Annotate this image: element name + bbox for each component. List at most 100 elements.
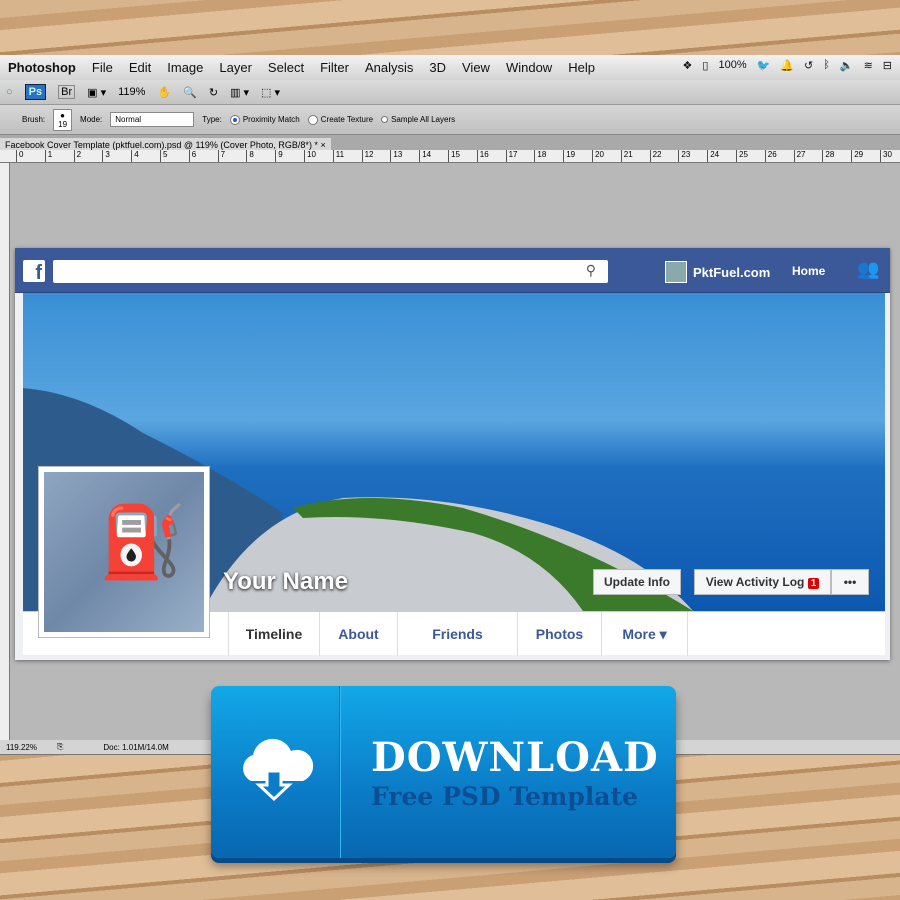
- download-button[interactable]: DOWNLOAD Free PSD Template: [211, 686, 676, 858]
- menu-edit[interactable]: Edit: [129, 60, 151, 75]
- ruler-tick: 14: [419, 150, 431, 162]
- tab-about[interactable]: About: [320, 612, 398, 656]
- search-input[interactable]: ⚲: [53, 260, 608, 283]
- ruler-tick: 27: [793, 150, 806, 162]
- notification-badge: 1: [807, 578, 820, 589]
- ruler-tick: 6: [188, 150, 196, 162]
- tab-friends[interactable]: Friends: [398, 612, 518, 656]
- download-title: DOWNLOAD: [371, 734, 659, 781]
- cloud-download-icon: [243, 738, 314, 802]
- menu-file[interactable]: File: [92, 60, 113, 75]
- twitter-icon[interactable]: 🐦: [757, 59, 771, 72]
- button-divider: [339, 686, 341, 858]
- menu-window[interactable]: Window: [506, 60, 552, 75]
- brush-size: 19: [58, 119, 68, 129]
- ruler-tick: 30: [880, 150, 892, 162]
- ruler-tick: 29: [851, 150, 863, 162]
- zoom-tool-icon[interactable]: 🔍: [183, 86, 197, 99]
- proximity-radio[interactable]: Proximity Match: [229, 114, 300, 125]
- ruler-tick: 4: [131, 150, 139, 162]
- battery-icon[interactable]: ▯: [702, 59, 708, 72]
- zoom-select[interactable]: 119%: [118, 86, 145, 98]
- horizontal-ruler: 0 1 2 3 4 5 6 7 8 9 10 11 12 13 14 15 16 17 18 19 20 21 22 23 24…: [0, 150, 900, 163]
- activity-log-button[interactable]: View Activity Log 1: [694, 569, 831, 595]
- circle-icon[interactable]: ○: [6, 86, 13, 98]
- menu-image[interactable]: Image: [167, 60, 203, 75]
- brush-label: Brush:: [22, 115, 46, 124]
- ruler-tick: 24: [707, 150, 719, 162]
- mode-select[interactable]: Normal: [110, 112, 195, 127]
- arrange-icon[interactable]: ▥ ▾: [230, 86, 249, 99]
- ruler-tick: 9: [275, 150, 283, 162]
- menu-filter[interactable]: Filter: [320, 60, 349, 75]
- ruler-tick: 2: [73, 150, 81, 162]
- search-icon[interactable]: ⚲: [586, 262, 596, 279]
- menu-view[interactable]: View: [462, 60, 490, 75]
- hand-icon[interactable]: ✋: [157, 86, 171, 99]
- facebook-logo[interactable]: f: [23, 260, 45, 284]
- ruler-tick: 21: [620, 150, 633, 162]
- options-bar: Brush: ● 19 Mode: Normal Type: Proximity …: [0, 105, 900, 135]
- texture-radio[interactable]: Create Texture: [307, 114, 373, 125]
- ruler-tick: 11: [332, 150, 344, 162]
- ruler-tick: 10: [304, 150, 316, 162]
- screen-mode-icon[interactable]: ▣ ▾: [87, 86, 106, 99]
- bridge-button[interactable]: Br: [58, 85, 76, 99]
- ps-logo[interactable]: Ps: [24, 84, 47, 100]
- document-tab-bar: Facebook Cover Template (pktfuel.com).ps…: [0, 135, 900, 153]
- fuel-pump-icon: ⛽: [99, 503, 187, 581]
- menu-analysis[interactable]: Analysis: [365, 60, 413, 75]
- wifi-icon[interactable]: ≋: [864, 59, 873, 72]
- ruler-tick: 19: [563, 150, 575, 162]
- sample-checkbox[interactable]: Sample All Layers: [381, 115, 455, 124]
- ruler-tick: 22: [649, 150, 662, 162]
- update-info-button[interactable]: Update Info: [593, 569, 681, 595]
- friends-icon[interactable]: 👥: [857, 259, 879, 280]
- zoom-level[interactable]: 119.22%: [6, 743, 37, 752]
- ruler-tick: 0: [16, 150, 23, 162]
- ruler-tick: 26: [764, 150, 777, 162]
- volume-icon[interactable]: 🔈: [840, 59, 854, 72]
- menu-select[interactable]: Select: [268, 60, 304, 75]
- tab-timeline[interactable]: Timeline: [228, 612, 320, 656]
- ruler-tick: 13: [390, 150, 402, 162]
- ruler-tick: 18: [534, 150, 546, 162]
- ruler-tick: 8: [246, 150, 254, 162]
- ruler-tick: 5: [160, 150, 167, 162]
- vertical-ruler: [0, 163, 10, 740]
- menu-app[interactable]: Photoshop: [8, 60, 76, 75]
- profile-thumb-icon: [665, 261, 687, 283]
- profile-name: Your Name: [223, 568, 348, 595]
- screen-icon[interactable]: ⬚ ▾: [261, 86, 280, 99]
- dropbox-icon[interactable]: ❖: [683, 59, 693, 72]
- close-icon[interactable]: ×: [320, 140, 325, 150]
- home-link[interactable]: Home: [792, 264, 825, 278]
- ruler-tick: 12: [361, 150, 374, 162]
- more-options-button[interactable]: •••: [831, 569, 869, 595]
- menu-help[interactable]: Help: [568, 60, 595, 75]
- export-icon[interactable]: ⎘: [57, 742, 63, 752]
- profile-link[interactable]: PktFuel.com: [665, 261, 770, 283]
- doc-size[interactable]: Doc: 1.01M/14.0M: [103, 743, 168, 752]
- ruler-tick: 25: [736, 150, 748, 162]
- time-machine-icon[interactable]: ↺: [804, 59, 813, 72]
- ruler-tick: 28: [822, 150, 834, 162]
- bluetooth-icon[interactable]: ᛒ: [823, 59, 830, 72]
- tab-more[interactable]: More ▾: [602, 612, 688, 656]
- menu-3d[interactable]: 3D: [429, 60, 446, 75]
- display-icon[interactable]: ⊟: [883, 59, 892, 72]
- menu-layer[interactable]: Layer: [219, 60, 252, 75]
- application-bar: ○ Ps Br ▣ ▾ 119% ✋ 🔍 ↻ ▥ ▾ ⬚ ▾: [0, 80, 900, 105]
- ruler-tick: 17: [505, 150, 518, 162]
- tab-photos[interactable]: Photos: [518, 612, 602, 656]
- ruler-tick: 20: [592, 150, 604, 162]
- bell-icon[interactable]: 🔔: [780, 59, 794, 72]
- ruler-tick: 23: [678, 150, 690, 162]
- rotate-icon[interactable]: ↻: [209, 86, 218, 99]
- brush-picker[interactable]: ● 19: [53, 108, 73, 131]
- profile-picture[interactable]: ⛽: [38, 466, 210, 638]
- ruler-tick: 1: [44, 150, 52, 162]
- download-subtitle: Free PSD Template: [371, 782, 638, 811]
- ruler-tick: 3: [102, 150, 110, 162]
- facebook-mockup: f ⚲ PktFuel.com Home 👥 Your Name Update …: [15, 248, 890, 660]
